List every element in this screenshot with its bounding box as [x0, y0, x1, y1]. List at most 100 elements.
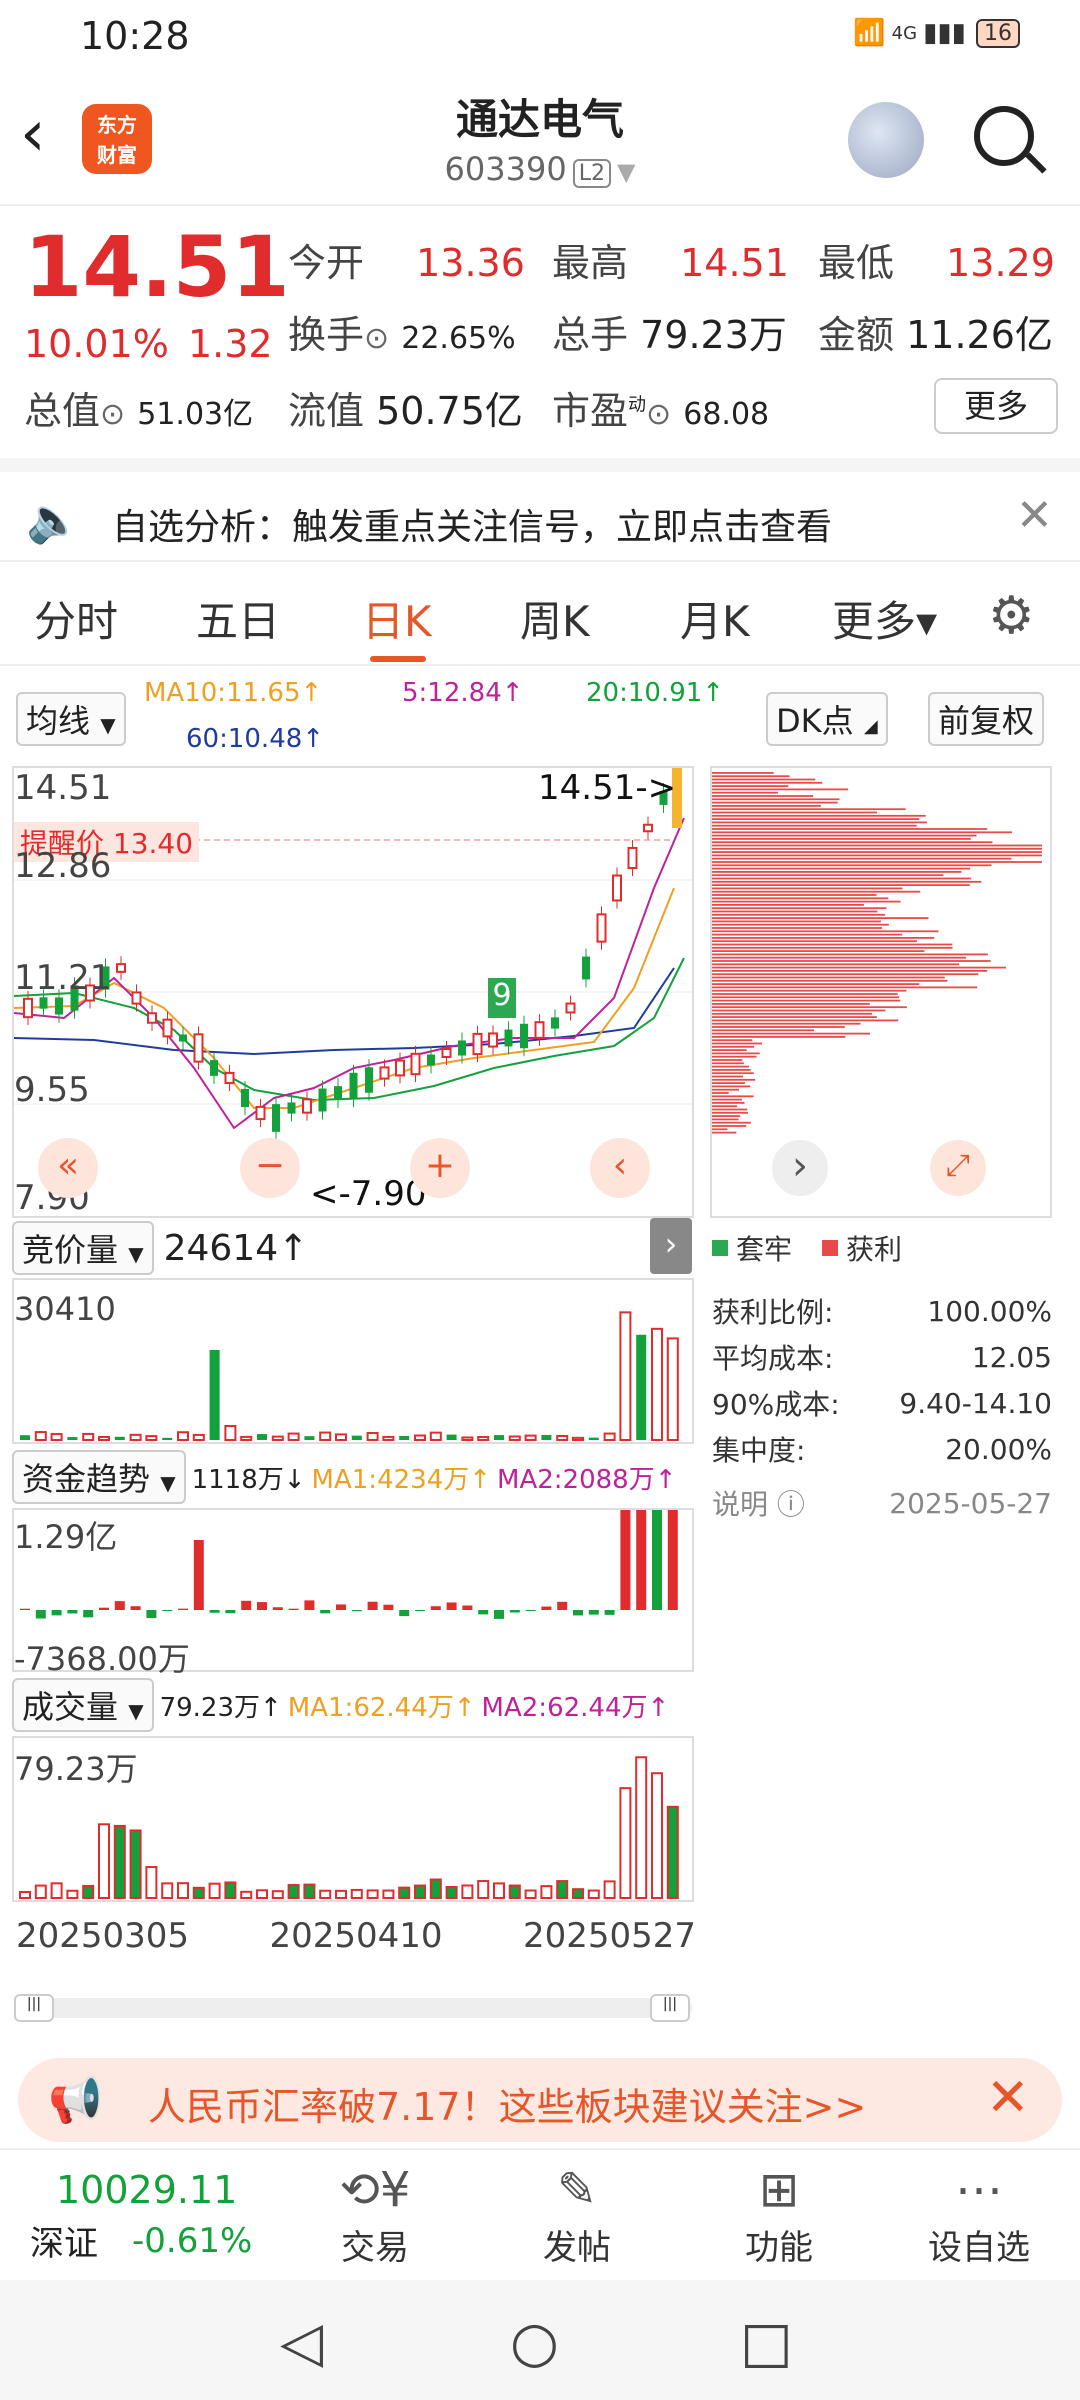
chart-bar: [572, 1888, 584, 1900]
amount-label: 金额: [818, 313, 895, 357]
chart-bar: [712, 791, 778, 794]
network-type: 4G: [891, 22, 918, 44]
nav-recents-icon[interactable]: □: [740, 2310, 793, 2375]
tab-more[interactable]: 更多▾: [832, 588, 937, 649]
volume-selector[interactable]: 成交量 ▼: [12, 1678, 154, 1732]
add-watch-button[interactable]: ⋯ 设自选: [904, 2162, 1054, 2269]
dropdown-icon: ▼: [128, 1699, 144, 1723]
float-label: 流值: [288, 389, 365, 433]
chart-bar: [430, 1606, 441, 1610]
post-button[interactable]: ✎ 发帖: [502, 2162, 652, 2269]
chart-bar: [565, 1002, 576, 1014]
chart-bar: [271, 1435, 284, 1441]
active-tab-indicator: [370, 656, 426, 662]
volume-row: 总手 79.23万: [552, 304, 787, 359]
tab-intraday[interactable]: 分时: [34, 588, 118, 649]
adjust-selector[interactable]: 前复权: [928, 692, 1045, 746]
chart-bar: [146, 1610, 157, 1619]
alert-banner[interactable]: 🔈 自选分析：触发重点关注信号，立即点击查看 ✕: [0, 458, 1080, 562]
robot-avatar[interactable]: [848, 102, 924, 178]
trade-button[interactable]: ⟲¥ 交易: [300, 2162, 450, 2269]
chart-bar: [712, 1105, 738, 1108]
chart-bar: [666, 1805, 679, 1899]
chart-bar: [712, 979, 948, 982]
tab-monthly-k[interactable]: 月K: [680, 588, 750, 649]
period-tabs: 分时 五日 日K 周K 月K 更多▾ ⚙: [0, 562, 1080, 666]
info-icon[interactable]: ⊙: [100, 397, 125, 432]
ma5-value: 5:12.84↑: [402, 678, 524, 708]
chart-bar: [82, 1884, 95, 1900]
range-slider[interactable]: ||| |||: [14, 1994, 692, 2022]
chart-bar: [712, 1092, 729, 1094]
more-button[interactable]: 更多: [934, 378, 1058, 434]
chart-bar: [116, 963, 126, 973]
grid-icon: ⊞: [758, 2162, 800, 2218]
functions-button[interactable]: ⊞ 功能: [704, 2162, 854, 2269]
chart-bar: [712, 887, 903, 890]
low-value: 13.29: [946, 241, 1055, 285]
chart-bar: [712, 1003, 870, 1005]
scroll-left-icon[interactable]: «: [38, 1138, 98, 1198]
index-ticker[interactable]: 10029.11 深证 -0.61%: [30, 2168, 290, 2265]
step-left-icon[interactable]: ‹: [590, 1138, 650, 1198]
close-icon[interactable]: ✕: [986, 2068, 1030, 2128]
close-icon[interactable]: ✕: [1016, 490, 1053, 541]
info-icon[interactable]: ⊙: [646, 397, 671, 432]
ma-selector[interactable]: 均线 ▼: [16, 692, 126, 746]
y-tick-2: 12.86: [14, 846, 112, 886]
promo-text[interactable]: 人民币汇率破7.17！这些板块建议关注>>: [148, 2076, 866, 2131]
cost90-label: 90%成本:: [712, 1388, 840, 1421]
chart-bar: [712, 894, 877, 896]
chart-bar: [398, 1886, 411, 1899]
alert-text[interactable]: 自选分析：触发重点关注信号，立即点击查看: [112, 498, 832, 550]
expand-icon[interactable]: ⤢: [930, 1140, 986, 1196]
chart-bar: [712, 884, 970, 886]
fund-selector[interactable]: 资金趋势 ▼: [12, 1450, 186, 1504]
slider-handle-right[interactable]: |||: [650, 1994, 690, 2022]
tab-weekly-k[interactable]: 周K: [520, 588, 590, 649]
zoom-out-icon[interactable]: −: [240, 1138, 300, 1198]
volume-chart: 79.23万: [12, 1736, 694, 1902]
next-icon[interactable]: ›: [772, 1140, 828, 1196]
chip-distribution[interactable]: › ⤢: [710, 766, 1052, 1218]
chart-bar: [712, 1102, 745, 1104]
index-value: 10029.11: [56, 2168, 238, 2212]
chart-bar: [34, 1431, 47, 1442]
dk-selector[interactable]: DK点 ◢: [766, 692, 888, 746]
zoom-in-icon[interactable]: +: [410, 1138, 470, 1198]
volume-header: 成交量 ▼ 79.23万↑ MA1:62.44万↑ MA2:62.44万↑: [12, 1678, 669, 1732]
chart-bar: [712, 1019, 899, 1022]
chart-bar: [712, 913, 886, 916]
promo-banner[interactable]: 📢 人民币汇率破7.17！这些板块建议关注>> ✕: [18, 2058, 1062, 2142]
tab-five-day[interactable]: 五日: [196, 588, 280, 649]
collapse-arrow-icon[interactable]: ›: [650, 1218, 692, 1274]
search-icon[interactable]: [974, 106, 1034, 166]
chart-bar: [494, 1435, 504, 1440]
chart-bar: [520, 1023, 528, 1049]
tab-daily-k[interactable]: 日K: [362, 588, 432, 649]
info-icon[interactable]: ⊙: [364, 321, 389, 356]
nav-back-icon[interactable]: ◁: [280, 2310, 323, 2375]
chart-bar: [712, 785, 789, 787]
chart-bar: [712, 867, 971, 870]
chart-bar: [257, 1602, 267, 1610]
auction-selector[interactable]: 竞价量 ▼: [12, 1221, 154, 1275]
chart-bar: [441, 1048, 452, 1058]
gear-icon[interactable]: ⚙: [988, 586, 1035, 646]
chart-bar: [712, 917, 929, 919]
chart-bar: [712, 1125, 747, 1127]
chart-bar: [712, 851, 1042, 853]
chart-bar: [712, 1016, 877, 1018]
note-link[interactable]: 说明 ⓘ: [712, 1483, 805, 1523]
kline-chart[interactable]: 14.51 提醒价 13.40 12.86 11.21 9.55 7.90 14…: [12, 766, 694, 1218]
chart-bar: [712, 907, 887, 910]
nav-home-icon[interactable]: ○: [510, 2310, 559, 2375]
concentration-label: 集中度:: [712, 1434, 806, 1467]
mktcap-value: 51.03亿: [137, 397, 254, 432]
chart-bar: [712, 838, 971, 840]
chart-bar: [319, 1431, 332, 1441]
chart-bar: [712, 811, 878, 814]
slider-handle-left[interactable]: |||: [14, 1994, 54, 2022]
chart-bar: [712, 831, 1012, 834]
volume-ma1: MA1:62.44万↑: [287, 1692, 476, 1723]
